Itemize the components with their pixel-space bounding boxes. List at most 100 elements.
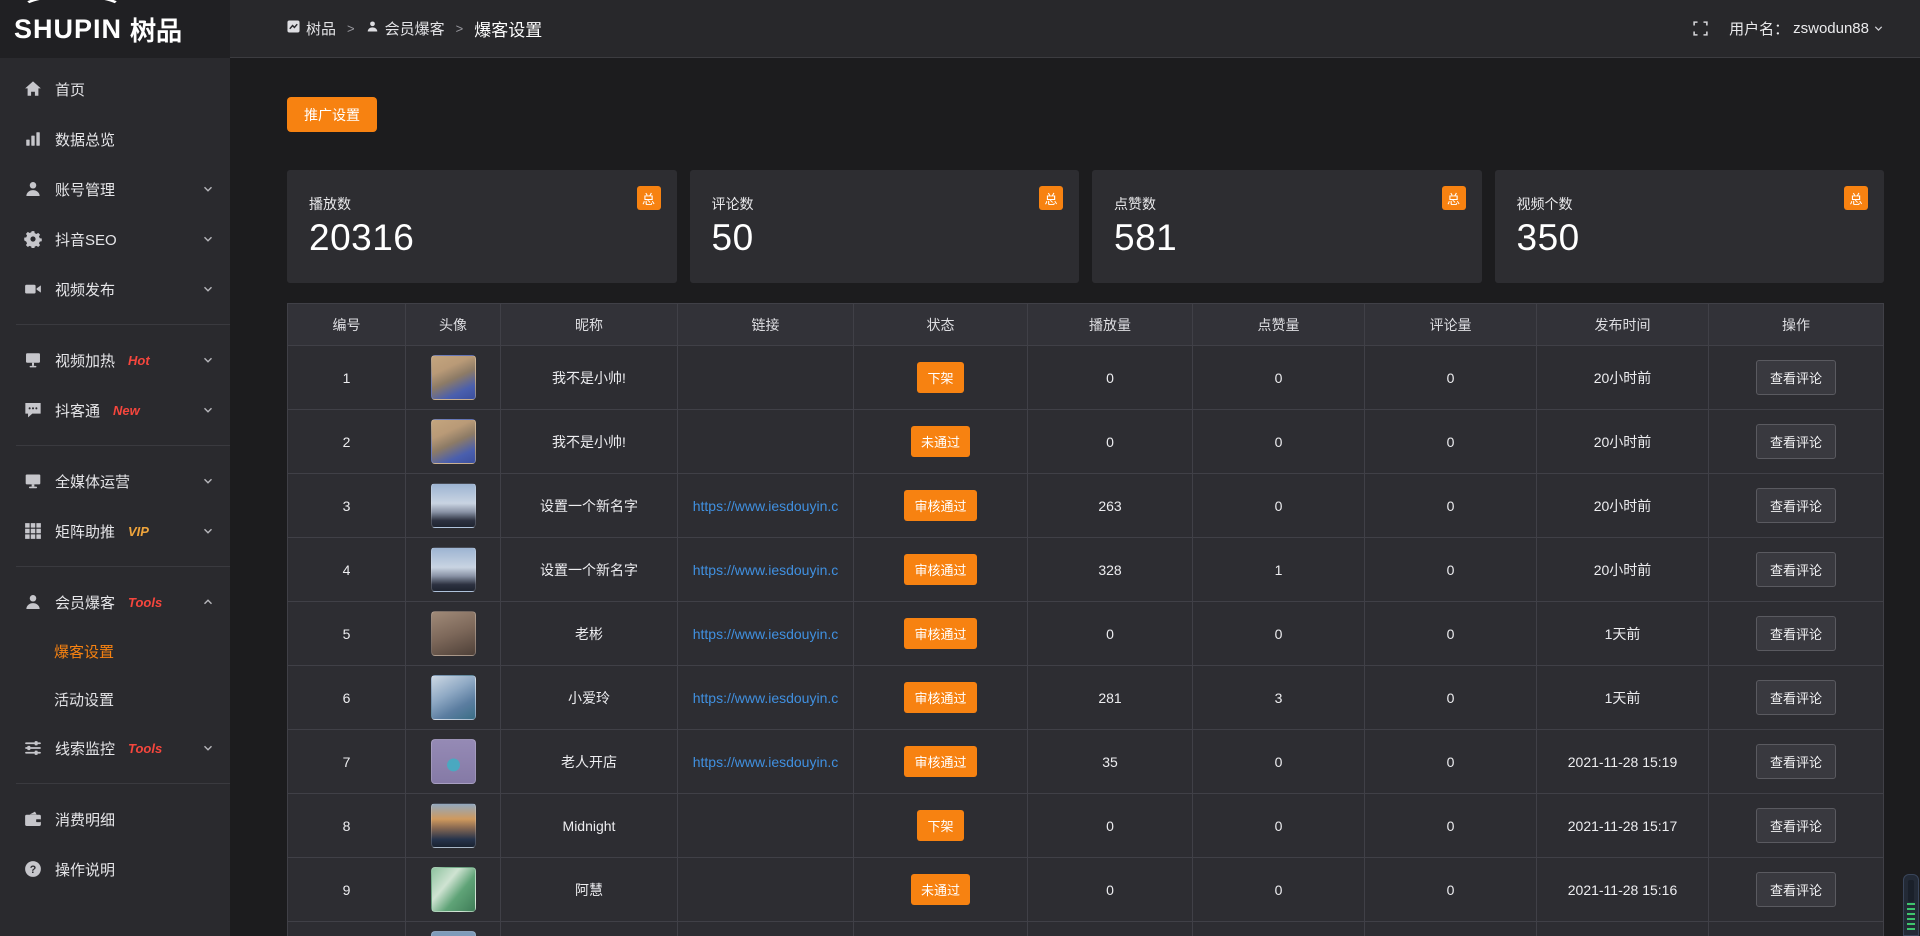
cell-status: 下架 xyxy=(854,346,1028,410)
sidebar-item-douyin-seo[interactable]: 抖音SEO xyxy=(0,214,230,264)
cell-time: 20小时前 xyxy=(1537,346,1709,410)
chevron-down-icon[interactable] xyxy=(202,283,214,295)
column-header-likes: 点赞量 xyxy=(1193,304,1365,346)
question-icon: ? xyxy=(24,860,42,878)
user-menu[interactable]: 用户名： zswodun88 xyxy=(1729,18,1884,39)
view-comments-button[interactable]: 查看评论 xyxy=(1756,424,1836,459)
cell-index xyxy=(288,922,406,936)
chevron-down-icon[interactable] xyxy=(202,475,214,487)
cell-avatar xyxy=(406,602,501,666)
sidebar-divider xyxy=(16,324,230,325)
sidebar-item-account-manage[interactable]: 账号管理 xyxy=(0,164,230,214)
column-header-link: 链接 xyxy=(678,304,854,346)
cell-avatar xyxy=(406,410,501,474)
sliders-icon xyxy=(24,739,42,757)
sidebar-item-video-publish[interactable]: 视频发布 xyxy=(0,264,230,314)
breadcrumb-item-member[interactable]: 会员爆客 xyxy=(366,18,445,39)
view-comments-button[interactable]: 查看评论 xyxy=(1756,488,1836,523)
view-comments-button[interactable]: 查看评论 xyxy=(1756,680,1836,715)
avatar xyxy=(431,483,476,528)
sidebar-divider xyxy=(16,566,230,567)
chevron-down-icon[interactable] xyxy=(202,183,214,195)
breadcrumb-item-home[interactable]: 树品 xyxy=(287,18,336,39)
person-icon xyxy=(366,20,379,37)
cell-status: 审核通过 xyxy=(854,666,1028,730)
view-comments-button[interactable]: 查看评论 xyxy=(1756,808,1836,843)
sidebar-item-member-baoke[interactable]: 会员爆客Tools xyxy=(0,577,230,627)
breadcrumb-item-label: 会员爆客 xyxy=(385,18,445,39)
cell-plays: 281 xyxy=(1028,666,1193,730)
breadcrumb-item-label: 树品 xyxy=(306,18,336,39)
cell-index: 1 xyxy=(288,346,406,410)
cell-link: https://www.iesdouyin.c xyxy=(678,474,854,538)
sidebar-item-operation-guide[interactable]: ?操作说明 xyxy=(0,844,230,894)
cell-status: 未通过 xyxy=(854,858,1028,922)
avatar xyxy=(431,611,476,656)
cell-status: 审核通过 xyxy=(854,730,1028,794)
user-icon xyxy=(24,593,42,611)
sidebar-item-video-heat[interactable]: 视频加热Hot xyxy=(0,335,230,385)
video-link[interactable]: https://www.iesdouyin.c xyxy=(678,562,853,578)
sidebar-item-clue-monitor[interactable]: 线索监控Tools xyxy=(0,723,230,773)
view-comments-button[interactable]: 查看评论 xyxy=(1756,552,1836,587)
status-badge: 审核通过 xyxy=(904,618,976,649)
cell-action: 查看评论 xyxy=(1709,666,1884,730)
sidebar-item-data-overview[interactable]: 数据总览 xyxy=(0,114,230,164)
sidebar-item-tag: VIP xyxy=(128,524,149,539)
username-label: 用户名： xyxy=(1729,18,1789,39)
chevron-down-icon[interactable] xyxy=(202,233,214,245)
scroll-indicator-widget[interactable] xyxy=(1903,874,1919,936)
logo[interactable]: SHUPIN 树品 xyxy=(0,0,230,58)
sidebar-item-matrix-boost[interactable]: 矩阵助推VIP xyxy=(0,506,230,556)
column-header-action: 操作 xyxy=(1709,304,1884,346)
cell-avatar xyxy=(406,474,501,538)
cell-index: 2 xyxy=(288,410,406,474)
video-link[interactable]: https://www.iesdouyin.c xyxy=(678,754,853,770)
cell-likes: 1 xyxy=(1193,538,1365,602)
sidebar-item-media-operation[interactable]: 全媒体运营 xyxy=(0,456,230,506)
monitor-icon xyxy=(24,472,42,490)
column-header-plays: 播放量 xyxy=(1028,304,1193,346)
sidebar-item-consume-detail[interactable]: 消费明细 xyxy=(0,794,230,844)
cell-link xyxy=(678,346,854,410)
cell-comments: 0 xyxy=(1365,794,1537,858)
table-row: 6小爱玲https://www.iesdouyin.c审核通过281301天前查… xyxy=(288,666,1884,730)
video-link[interactable]: https://www.iesdouyin.c xyxy=(678,690,853,706)
status-badge: 下架 xyxy=(917,810,963,841)
chevron-down-icon[interactable] xyxy=(202,404,214,416)
total-badge: 总 xyxy=(1039,186,1063,210)
cell-link xyxy=(678,794,854,858)
promotion-settings-button[interactable]: 推广设置 xyxy=(287,97,377,132)
avatar xyxy=(431,931,476,936)
video-link[interactable]: https://www.iesdouyin.c xyxy=(678,498,853,514)
chevron-down-icon[interactable] xyxy=(202,525,214,537)
chart-square-icon xyxy=(287,20,300,37)
view-comments-button[interactable]: 查看评论 xyxy=(1756,744,1836,779)
cell-link xyxy=(678,410,854,474)
sidebar-item-douketong[interactable]: 抖客通New xyxy=(0,385,230,435)
video-link[interactable]: https://www.iesdouyin.c xyxy=(678,626,853,642)
sidebar-subitem-baoke-setting[interactable]: 爆客设置 xyxy=(0,627,230,675)
avatar xyxy=(431,547,476,592)
sidebar-item-label: 数据总览 xyxy=(55,129,115,150)
view-comments-button[interactable]: 查看评论 xyxy=(1756,360,1836,395)
cell-nickname xyxy=(501,922,678,936)
fullscreen-icon[interactable] xyxy=(1692,20,1709,37)
cell-time: 1天前 xyxy=(1537,602,1709,666)
avatar xyxy=(431,355,476,400)
chevron-down-icon[interactable] xyxy=(202,742,214,754)
sidebar-subitem-activity-setting[interactable]: 活动设置 xyxy=(0,675,230,723)
status-badge: 审核通过 xyxy=(904,682,976,713)
cell-link: https://www.iesdouyin.c xyxy=(678,538,854,602)
main-column: 树品 > 会员爆客 > 爆客设置 用户名： zswodun88 xyxy=(230,0,1920,936)
view-comments-button[interactable]: 查看评论 xyxy=(1756,616,1836,651)
cell-comments: 0 xyxy=(1365,730,1537,794)
grid-icon xyxy=(24,522,42,540)
chevron-down-icon[interactable] xyxy=(202,354,214,366)
home-icon xyxy=(24,80,42,98)
sidebar-item-label: 抖客通 xyxy=(55,400,100,421)
view-comments-button[interactable]: 查看评论 xyxy=(1756,872,1836,907)
sidebar-item-tag: Tools xyxy=(128,595,162,610)
chevron-up-icon[interactable] xyxy=(202,596,214,608)
sidebar-item-home[interactable]: 首页 xyxy=(0,64,230,114)
